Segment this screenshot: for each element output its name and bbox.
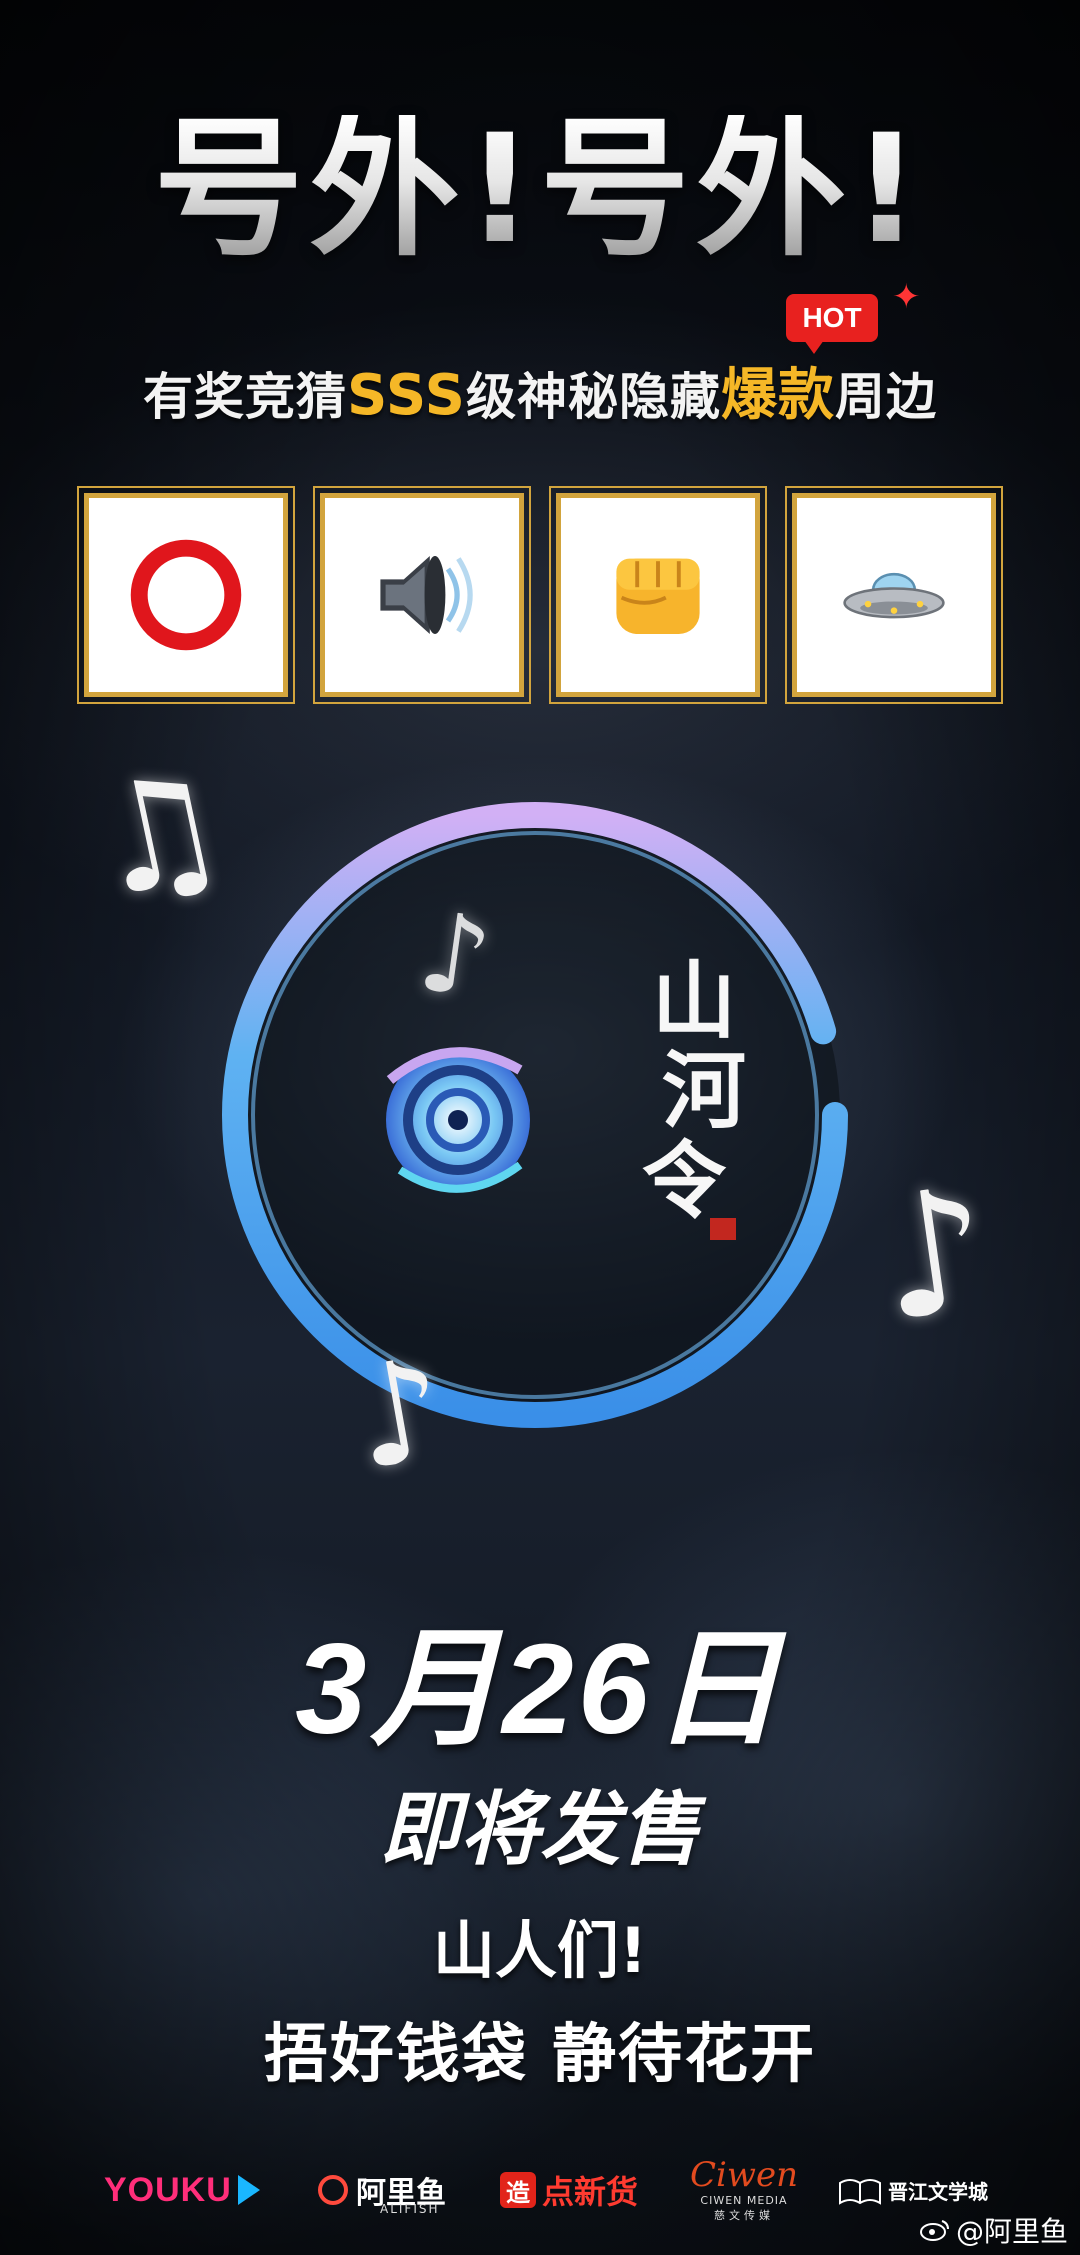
book-icon	[839, 2179, 881, 2205]
hot-badge: HOT	[786, 294, 878, 354]
red-circle-icon	[130, 539, 242, 651]
swirl-emblem	[386, 1047, 530, 1193]
weibo-icon	[920, 2220, 949, 2241]
vertical-title-3: 令	[642, 1131, 727, 1230]
ciwen-media-logo: Ciwen CIWEN MEDIA 慈文传媒	[690, 2154, 799, 2222]
alifish-ring-icon	[318, 2175, 348, 2205]
speaker-icon	[380, 556, 473, 634]
ciwen-cn: 慈文传媒	[714, 2208, 774, 2222]
fist-icon	[616, 558, 700, 634]
subtitle-part3: 级神秘隐藏	[465, 368, 721, 426]
dian-name: 点新货	[542, 2173, 639, 2211]
weibo-handle: @阿里鱼	[956, 2215, 1069, 2248]
alifish-logo: 阿里鱼 ALIFISH	[318, 2160, 446, 2220]
album-disc: 山 河 令	[222, 802, 848, 1428]
alifish-sub: ALIFISH	[380, 2202, 440, 2216]
youku-logo: YOUKU	[104, 2160, 260, 2220]
sparkle-icon: ✦	[892, 277, 921, 317]
subtitle-part5: 周边	[834, 368, 937, 426]
ufo-icon	[843, 572, 945, 619]
release-date: 3月26日	[295, 1618, 785, 1761]
emoji-clue-1	[77, 486, 295, 704]
ciwen-script: Ciwen	[690, 2154, 799, 2195]
dian-xin-huo-logo: 造 点新货	[500, 2160, 638, 2220]
coming-soon-text: 即将发售	[380, 1783, 700, 1876]
subtitle-hot-word: 爆款	[720, 363, 835, 428]
emoji-clue-3	[549, 486, 767, 704]
vertical-title-2: 河	[662, 1041, 746, 1140]
weibo-watermark: @阿里鱼	[920, 2210, 1068, 2250]
emoji-clue-4	[785, 486, 1003, 704]
red-seal	[710, 1218, 736, 1240]
music-note-3: ♪	[866, 1149, 1002, 1361]
subtitle-part1: 有奖竞猜	[143, 368, 348, 426]
youku-logo-text: YOUKU	[104, 2170, 232, 2209]
partner-logos: YOUKU 阿里鱼 ALIFISH 造 点新货 Ciwen CIWEN MEDI…	[0, 2154, 1080, 2222]
dian-mark-icon: 造	[500, 2172, 536, 2208]
emoji-clue-2	[313, 486, 531, 704]
ciwen-sub: CIWEN MEDIA	[700, 2193, 788, 2207]
subtitle-sss: SSS	[347, 363, 466, 428]
subtitle: 有奖竞猜SSS级神秘隐藏爆款周边	[0, 350, 1080, 431]
fans-callout: 山人们!	[432, 1914, 648, 1987]
vertical-title-1: 山	[652, 951, 736, 1050]
headline: 号外!号外!	[0, 115, 1080, 265]
emoji-clue-row	[77, 486, 1003, 704]
jjwxc-name: 晋江文学城	[888, 2179, 988, 2204]
slogan: 捂好钱袋 静待花开	[263, 2018, 817, 2092]
youku-arrow-icon	[237, 2175, 260, 2205]
